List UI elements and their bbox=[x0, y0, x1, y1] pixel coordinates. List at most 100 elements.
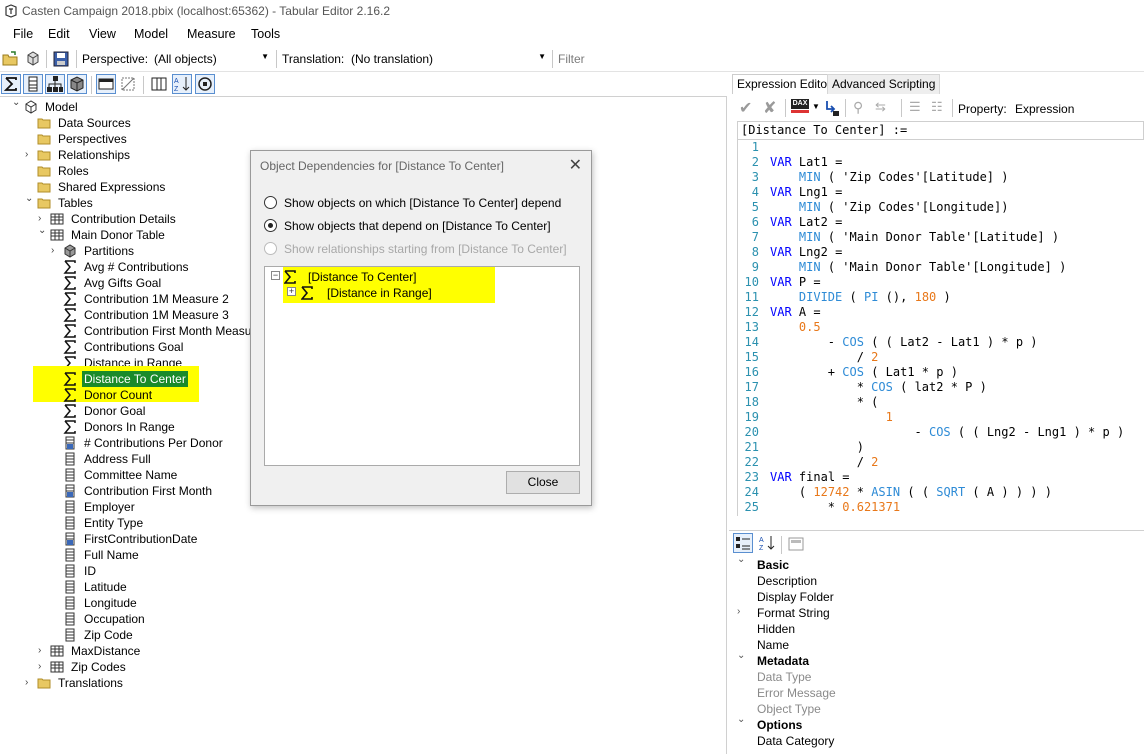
code-token: 'Main Donor Table' bbox=[842, 260, 973, 274]
show-columns-button[interactable] bbox=[23, 74, 43, 94]
folder-icon bbox=[37, 116, 51, 130]
chevron-right-icon[interactable]: › bbox=[737, 606, 740, 617]
columns-layout-button[interactable] bbox=[149, 74, 169, 94]
sort-button[interactable]: AZ bbox=[172, 74, 192, 94]
model-icon bbox=[24, 100, 38, 114]
line-number: 25 bbox=[744, 500, 759, 514]
code-text: MIN ( 'Zip Codes'[Longitude]) bbox=[770, 200, 1009, 215]
menu-tools[interactable]: Tools bbox=[251, 27, 280, 41]
show-measures-button[interactable] bbox=[1, 74, 21, 94]
chevron-down-icon[interactable]: ⌄ bbox=[737, 650, 745, 661]
code-text: VAR Lat2 = bbox=[770, 215, 842, 230]
dax-format-button[interactable]: DAX bbox=[791, 99, 809, 117]
keyword-token: VAR bbox=[770, 155, 792, 169]
categorized-button[interactable] bbox=[733, 533, 753, 553]
open-folder-icon[interactable] bbox=[2, 50, 20, 68]
close-button[interactable]: Close bbox=[506, 471, 580, 494]
translation-select[interactable]: (No translation) ▼ bbox=[347, 49, 549, 68]
chevron-right-icon[interactable]: › bbox=[38, 645, 48, 657]
code-token: ) bbox=[1073, 425, 1081, 439]
chevron-down-icon[interactable]: ⌄ bbox=[12, 97, 22, 109]
chevron-down-icon[interactable]: ⌄ bbox=[38, 225, 48, 237]
property-category[interactable]: ⌄ Basic bbox=[729, 554, 1144, 573]
replace-icon[interactable]: ⇆ bbox=[875, 99, 886, 115]
chevron-right-icon[interactable]: › bbox=[38, 213, 48, 225]
toolbar-separator bbox=[845, 99, 846, 117]
property-grid[interactable]: ⌄ Basic Description Display Folder › Format S… bbox=[729, 554, 1144, 754]
code-token: p bbox=[936, 365, 944, 379]
keyword-token: VAR bbox=[770, 185, 792, 199]
property-pages-icon[interactable] bbox=[787, 536, 805, 552]
tree-node-label: Avg # Contributions bbox=[84, 260, 189, 274]
radio-button[interactable] bbox=[264, 196, 277, 209]
chevron-down-icon[interactable]: ⌄ bbox=[25, 193, 35, 205]
insert-icon[interactable] bbox=[824, 99, 840, 117]
show-partitions-button[interactable] bbox=[67, 74, 87, 94]
measure-icon bbox=[63, 308, 77, 322]
code-text: + COS ( Lat1 * p ) bbox=[770, 365, 958, 380]
chevron-right-icon[interactable]: › bbox=[51, 245, 61, 257]
line-number: 22 bbox=[744, 455, 759, 469]
property-row[interactable]: › Format String bbox=[729, 605, 1144, 621]
chevron-down-icon[interactable]: ⌄ bbox=[737, 554, 745, 565]
indent-icon[interactable]: ☰ bbox=[909, 99, 921, 115]
code-token: ( bbox=[849, 290, 857, 304]
cancel-icon[interactable]: ✘ bbox=[763, 98, 776, 118]
property-label: Hidden bbox=[757, 622, 796, 636]
property-row[interactable]: Data Type bbox=[729, 669, 1144, 685]
property-row[interactable]: Description bbox=[729, 573, 1144, 589]
show-hidden-button[interactable] bbox=[118, 74, 138, 94]
perspective-select[interactable]: (All objects) ▼ bbox=[150, 49, 272, 68]
chevron-right-icon[interactable]: › bbox=[38, 661, 48, 673]
code-token: ( bbox=[885, 335, 893, 349]
line-number: 2 bbox=[751, 155, 759, 169]
find-icon[interactable]: ⚲ bbox=[853, 99, 863, 116]
property-category[interactable]: ⌄ Options bbox=[729, 714, 1144, 733]
property-row[interactable]: Object Type bbox=[729, 701, 1144, 717]
menu-view[interactable]: View bbox=[89, 27, 116, 41]
accept-icon[interactable]: ✔ bbox=[739, 98, 752, 118]
save-icon[interactable] bbox=[52, 50, 70, 68]
alphabetical-button[interactable]: AZ bbox=[757, 533, 777, 553]
code-editor[interactable]: 1 2 VAR Lat1 = 3 MIN ( 'Zip Codes'[Latitude… bbox=[737, 140, 1144, 516]
menu-edit[interactable]: Edit bbox=[48, 27, 70, 41]
chevron-right-icon[interactable]: › bbox=[25, 677, 35, 689]
menu-bar: File Edit View Model Measure Tools bbox=[0, 24, 1144, 46]
property-row[interactable]: Data Category bbox=[729, 733, 1144, 749]
expand-icon[interactable]: + bbox=[287, 287, 296, 296]
radio-button[interactable] bbox=[264, 219, 277, 232]
collapse-icon[interactable]: − bbox=[271, 271, 280, 280]
property-row[interactable]: Display Folder bbox=[729, 589, 1144, 605]
property-row[interactable]: Hidden bbox=[729, 621, 1144, 637]
dependency-tree[interactable]: − [Distance To Center] + [Distance in Ra… bbox=[264, 266, 580, 466]
connect-icon[interactable] bbox=[24, 50, 42, 68]
menu-model[interactable]: Model bbox=[134, 27, 168, 41]
property-row[interactable]: Name bbox=[729, 637, 1144, 653]
comment-icon[interactable]: ☷ bbox=[931, 99, 943, 115]
function-token: MIN bbox=[798, 230, 821, 244]
line-number: 5 bbox=[751, 200, 759, 214]
show-lineage-button[interactable] bbox=[195, 74, 215, 94]
chevron-down-icon[interactable]: ⌄ bbox=[737, 714, 745, 725]
tab-advanced-scripting[interactable]: Advanced Scripting bbox=[827, 74, 941, 94]
chevron-right-icon[interactable]: › bbox=[25, 149, 35, 161]
filter-input[interactable]: Filter bbox=[558, 52, 585, 66]
chevron-down-icon[interactable]: ▼ bbox=[812, 102, 820, 111]
menu-measure[interactable]: Measure bbox=[187, 27, 236, 41]
menu-file[interactable]: File bbox=[13, 27, 33, 41]
show-display-folders-button[interactable] bbox=[96, 74, 116, 94]
code-token: + bbox=[827, 365, 836, 379]
close-icon[interactable]: ✕ bbox=[569, 155, 582, 175]
property-value[interactable]: Expression bbox=[1015, 102, 1074, 116]
tab-expression-editor[interactable]: Expression Editor bbox=[732, 74, 837, 94]
property-category[interactable]: ⌄ Metadata bbox=[729, 650, 1144, 669]
property-row[interactable]: Error Message bbox=[729, 685, 1144, 701]
show-hierarchies-button[interactable] bbox=[45, 74, 65, 94]
